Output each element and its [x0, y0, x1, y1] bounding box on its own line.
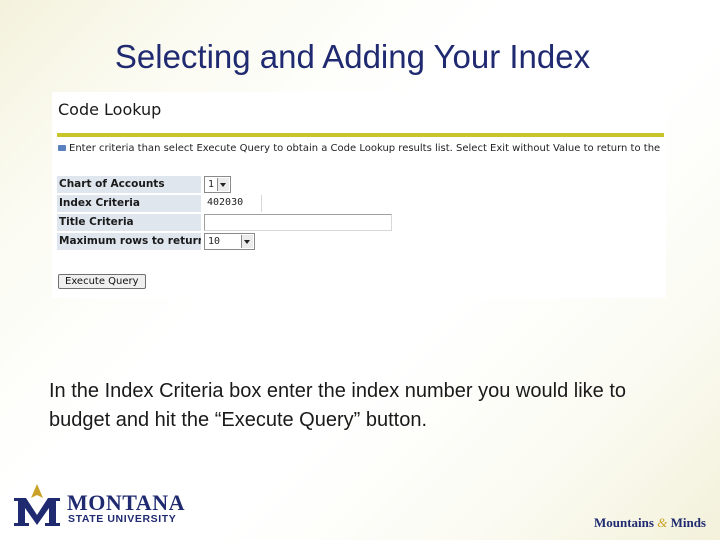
- index-criteria-input[interactable]: 402030: [204, 195, 262, 212]
- tagline: Mountains & Minds: [594, 515, 706, 531]
- instruction-paragraph: In the Index Criteria box enter the inde…: [49, 380, 626, 431]
- instruction-label: Enter criteria than select Execute Query…: [69, 143, 661, 154]
- code-lookup-heading: Code Lookup: [58, 100, 162, 119]
- slide-title: Selecting and Adding Your Index: [114, 38, 591, 75]
- index-criteria-label: Index Criteria: [57, 195, 201, 212]
- chart-of-accounts-select[interactable]: 1: [204, 176, 231, 193]
- maximum-rows-select[interactable]: 10: [204, 233, 255, 250]
- info-icon: [58, 145, 66, 151]
- msu-logo: MONTANA STATE UNIVERSITY: [12, 484, 192, 530]
- msu-logo-mark-icon: [14, 484, 60, 526]
- heading-divider: [57, 133, 664, 137]
- tagline-mountains: Mountains: [594, 515, 654, 530]
- instruction-text: Enter criteria than select Execute Query…: [58, 143, 664, 159]
- execute-query-button[interactable]: Execute Query: [58, 274, 146, 289]
- tagline-ampersand: &: [657, 515, 668, 530]
- title-criteria-input[interactable]: [204, 214, 392, 231]
- code-lookup-panel: Code Lookup Enter criteria than select E…: [52, 92, 666, 298]
- logo-subtitle: STATE UNIVERSITY: [68, 513, 177, 525]
- maximum-rows-value: 10: [208, 236, 221, 247]
- chevron-down-icon[interactable]: [217, 178, 229, 191]
- tagline-minds: Minds: [670, 515, 706, 530]
- chart-of-accounts-value: 1: [208, 179, 215, 190]
- maximum-rows-label: Maximum rows to return: [57, 233, 201, 250]
- chevron-down-icon[interactable]: [241, 235, 253, 248]
- logo-wordmark: MONTANA: [67, 490, 185, 515]
- chart-of-accounts-label: Chart of Accounts: [57, 176, 201, 193]
- title-criteria-label: Title Criteria: [57, 214, 201, 231]
